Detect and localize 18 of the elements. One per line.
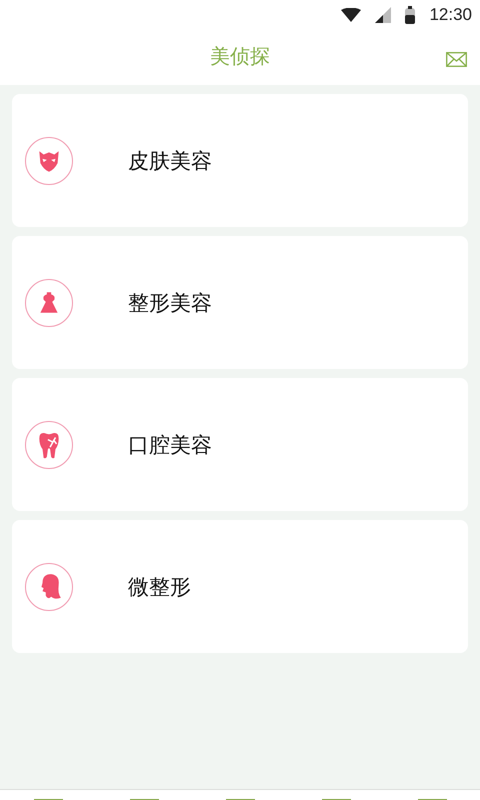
category-card[interactable]: 口腔美容 <box>12 378 468 511</box>
woman-head-icon <box>25 562 73 610</box>
battery-icon <box>405 6 416 24</box>
category-card[interactable]: 皮肤美容 <box>12 94 468 227</box>
clock: 12:30 <box>429 5 472 25</box>
category-label: 皮肤美容 <box>128 148 212 174</box>
category-card[interactable]: 整形美容 <box>12 236 468 369</box>
mask-icon <box>25 136 73 184</box>
category-label: 整形美容 <box>128 290 212 316</box>
signal-icon <box>375 7 392 23</box>
app-title: 美侦探 <box>210 43 270 70</box>
tooth-icon <box>25 420 73 468</box>
dress-icon <box>25 278 73 326</box>
category-card[interactable]: 微整形 <box>12 520 468 653</box>
wifi-icon <box>341 8 362 22</box>
category-label: 微整形 <box>128 574 191 600</box>
mail-icon[interactable] <box>446 52 467 67</box>
category-label: 口腔美容 <box>128 432 212 458</box>
